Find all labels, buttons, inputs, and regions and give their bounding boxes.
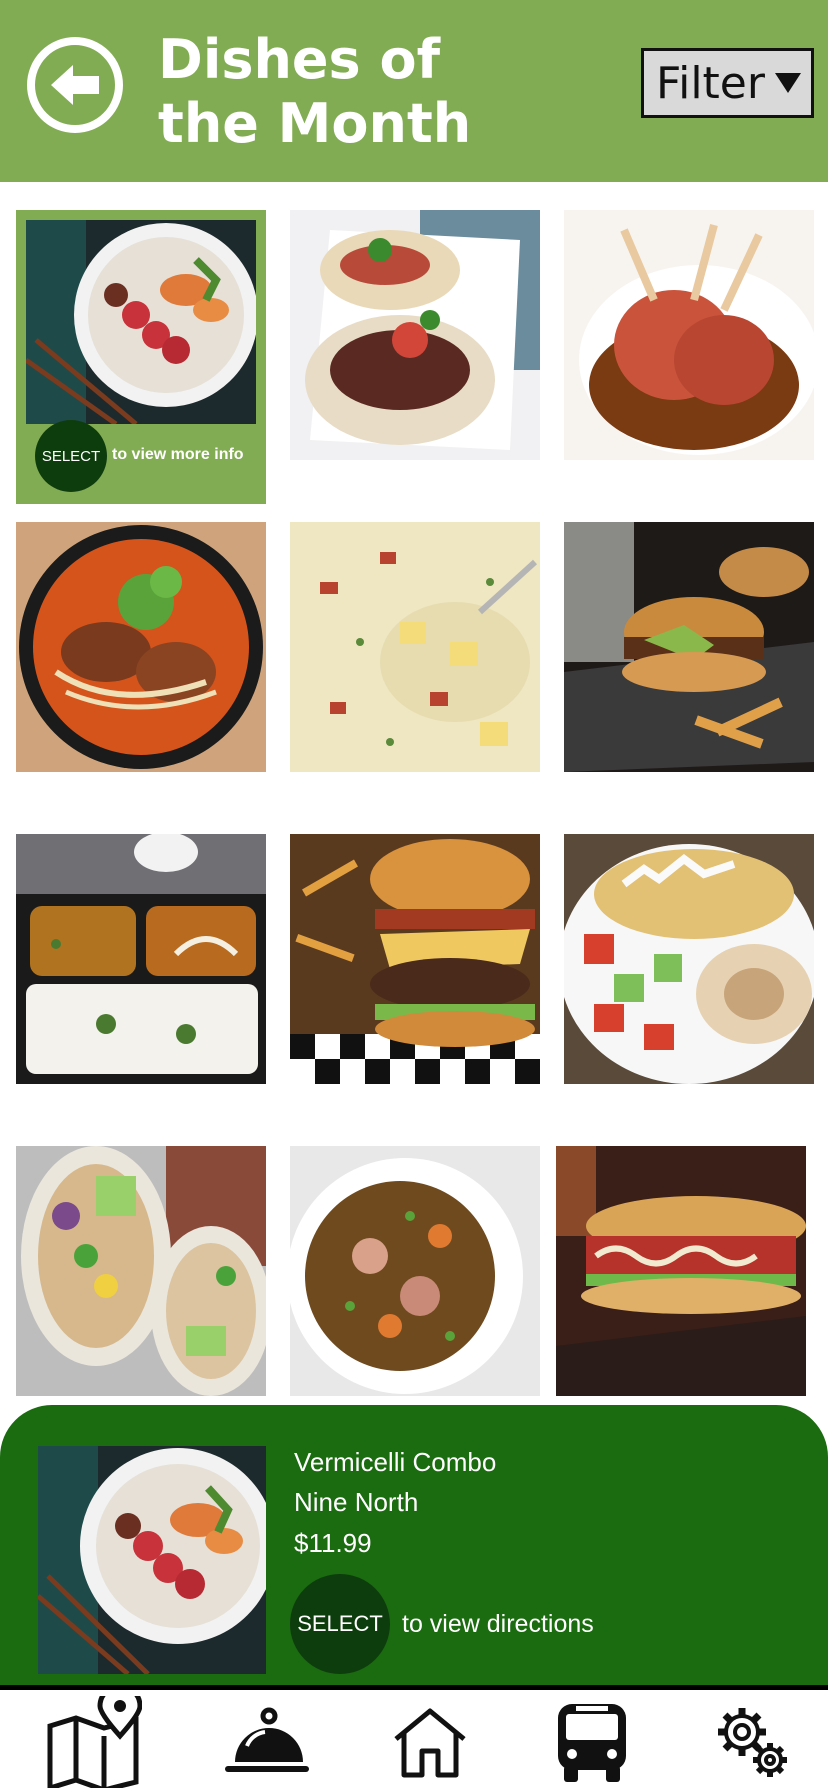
- dish-tile[interactable]: [290, 522, 540, 772]
- restaurant-name: Nine North: [294, 1487, 419, 1517]
- bacon-cheeseburger-image: [290, 834, 540, 1084]
- filter-label: Filter: [656, 57, 765, 109]
- vermicelli-bowl-image: [26, 220, 256, 424]
- dish-tile[interactable]: [564, 210, 814, 460]
- dish-tile[interactable]: [564, 522, 814, 772]
- nav-transit-button[interactable]: [542, 1694, 642, 1790]
- burrito-image: [16, 1146, 266, 1396]
- dish-tile[interactable]: [290, 834, 540, 1084]
- burger-fries-image: [564, 522, 814, 772]
- dish-tile[interactable]: [16, 522, 266, 772]
- detail-dish-image: [38, 1446, 266, 1674]
- back-arrow-icon: [51, 65, 99, 105]
- dish-tile[interactable]: [564, 834, 814, 1084]
- select-hint-text: to view more info: [112, 446, 244, 463]
- bottom-nav: [0, 1690, 828, 1792]
- nav-settings-button[interactable]: [702, 1694, 802, 1790]
- lamb-chops-image: [564, 210, 814, 460]
- noodle-soup-image: [16, 522, 266, 772]
- back-button[interactable]: [27, 37, 123, 133]
- food-cloche-icon: [225, 1707, 309, 1772]
- select-button-small[interactable]: SELECT: [35, 420, 107, 492]
- sub-sandwich-image: [556, 1146, 806, 1396]
- dish-tile[interactable]: [556, 1146, 806, 1396]
- app-header: Dishes of the Month Filter: [0, 0, 828, 182]
- dish-tile[interactable]: [290, 210, 540, 460]
- dish-tile-selected[interactable]: SELECT to view more info: [16, 210, 266, 504]
- dish-tile[interactable]: [290, 1146, 540, 1396]
- dish-tile[interactable]: [16, 1146, 266, 1396]
- caret-down-icon: [774, 73, 801, 93]
- nav-map-button[interactable]: [44, 1694, 144, 1790]
- page-title: Dishes of the Month: [158, 28, 472, 155]
- stew-bowl-image: [290, 1146, 540, 1396]
- settings-gears-icon: [718, 1708, 787, 1777]
- nav-home-button[interactable]: [380, 1694, 480, 1790]
- tacos-image: [290, 210, 540, 460]
- home-icon: [394, 1708, 466, 1778]
- bus-icon: [558, 1704, 626, 1782]
- potato-chowder-image: [290, 522, 540, 772]
- map-pin-icon: [47, 1696, 142, 1788]
- dish-detail-panel: Vermicelli Combo Nine North $11.99 SELEC…: [0, 1405, 828, 1685]
- filter-dropdown[interactable]: Filter: [641, 48, 814, 118]
- curry-rice-image: [16, 834, 266, 1084]
- rice-plate-salad-image: [564, 834, 814, 1084]
- nav-dishes-button[interactable]: [216, 1694, 316, 1790]
- dish-tile[interactable]: [16, 834, 266, 1084]
- directions-hint-text: to view directions: [402, 1610, 594, 1638]
- dish-price: $11.99: [294, 1528, 372, 1558]
- dish-name: Vermicelli Combo: [294, 1447, 497, 1477]
- select-directions-button[interactable]: SELECT: [290, 1574, 390, 1674]
